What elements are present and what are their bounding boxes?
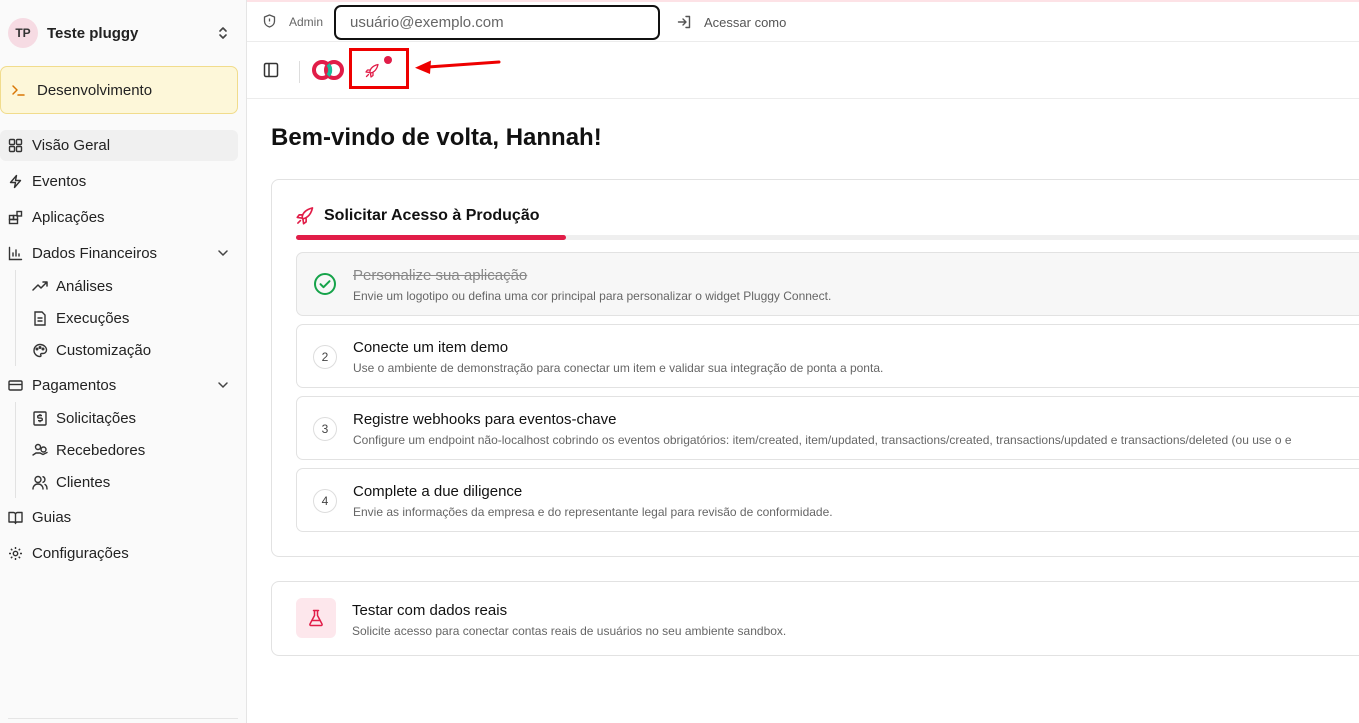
sidebar-item-label: Pagamentos — [32, 377, 117, 394]
card-title: Solicitar Acesso à Produção — [324, 206, 540, 224]
sidebar-item-label: Visão Geral — [32, 137, 111, 154]
sidebar-item-customizacao[interactable]: Customização — [32, 335, 232, 365]
submenu-line — [15, 402, 16, 498]
sidebar-item-label: Recebedores — [56, 441, 146, 459]
step-description: Use o ambiente de demonstração para cone… — [353, 361, 884, 375]
avatar: TP — [8, 18, 38, 48]
sidebar-item-configuracoes[interactable]: Configurações — [0, 538, 238, 569]
users-icon — [32, 475, 48, 490]
gear-icon — [8, 546, 23, 561]
check-circle-icon — [313, 272, 337, 296]
divider — [299, 61, 300, 83]
card-header: Solicitar Acesso à Produção — [296, 206, 539, 225]
sidebar-item-dados-financeiros[interactable]: Dados Financeiros — [0, 238, 238, 269]
submenu-line — [15, 270, 16, 366]
step-number: 4 — [313, 489, 337, 513]
impersonate-email-input[interactable] — [334, 5, 660, 40]
step-title: Registre webhooks para eventos-chave — [353, 411, 617, 428]
header-toolbar — [247, 43, 1359, 99]
real-data-card[interactable]: Testar com dados reais Solicite acesso p… — [271, 581, 1359, 656]
panel-left-icon[interactable] — [263, 62, 279, 78]
admin-label: Admin — [289, 15, 324, 29]
sidebar-item-visao-geral[interactable]: Visão Geral — [0, 130, 238, 161]
sidebar-item-label: Guias — [32, 509, 72, 526]
environment-label: Desenvolvimento — [37, 81, 153, 99]
step-title: Complete a due diligence — [353, 483, 523, 500]
team-name: Teste pluggy — [47, 24, 139, 42]
trending-up-icon — [32, 279, 48, 294]
rocket-icon — [365, 63, 380, 78]
admin-bar: Admin Acessar como — [247, 2, 1359, 42]
step-description: Envie as informações da empresa e do rep… — [353, 505, 833, 519]
real-data-description: Solicite acesso para conectar contas rea… — [352, 624, 787, 638]
checklist-step-1[interactable]: Personalize sua aplicação Envie um logot… — [296, 252, 1359, 316]
sidebar-item-clientes[interactable]: Clientes — [32, 467, 232, 497]
sidebar-item-analises[interactable]: Análises — [32, 271, 232, 301]
step-title: Personalize sua aplicação — [353, 267, 528, 284]
sidebar-item-aplicacoes[interactable]: Aplicações — [0, 202, 238, 233]
sidebar: TP Teste pluggy Desenvolvimento Visão Ge… — [0, 0, 247, 723]
flask-icon — [296, 598, 336, 638]
sidebar-item-execucoes[interactable]: Execuções — [32, 303, 232, 333]
sidebar-item-label: Execuções — [56, 309, 130, 327]
file-text-icon — [32, 310, 48, 326]
bar-chart-icon — [8, 246, 23, 261]
dollar-receipt-icon — [32, 410, 48, 426]
grid-icon — [8, 138, 23, 153]
blocks-icon — [8, 210, 23, 225]
production-access-card: Solicitar Acesso à Produção Personalize … — [271, 179, 1359, 557]
notification-dot — [384, 56, 392, 64]
step-description: Envie um logotipo ou defina uma cor prin… — [353, 289, 832, 303]
sidebar-item-solicitacoes[interactable]: Solicitações — [32, 403, 232, 433]
production-checklist-button[interactable] — [349, 48, 409, 89]
sidebar-item-label: Clientes — [56, 473, 111, 491]
palette-icon — [32, 343, 48, 358]
credit-card-icon — [8, 378, 23, 393]
checklist-step-4[interactable]: 4 Complete a due diligence Envie as info… — [296, 468, 1359, 532]
step-number: 3 — [313, 417, 337, 441]
progress-fill — [296, 235, 566, 240]
chevrons-up-down-icon — [218, 26, 228, 40]
checklist-step-3[interactable]: 3 Registre webhooks para eventos-chave C… — [296, 396, 1359, 460]
shield-icon — [263, 14, 276, 28]
hand-coins-icon — [32, 443, 48, 458]
sidebar-item-recebedores[interactable]: Recebedores — [32, 435, 232, 465]
sidebar-item-label: Dados Financeiros — [32, 245, 158, 262]
page-title: Bem-vindo de volta, Hannah! — [271, 124, 602, 151]
book-icon — [8, 510, 23, 525]
pluggy-logo[interactable] — [311, 59, 345, 81]
step-number: 2 — [313, 345, 337, 369]
log-in-icon — [677, 15, 692, 29]
rocket-icon — [296, 206, 315, 225]
environment-selector[interactable]: Desenvolvimento — [0, 66, 238, 114]
sidebar-item-label: Configurações — [32, 545, 129, 562]
access-as-label: Acessar como — [704, 14, 787, 30]
terminal-icon — [11, 83, 25, 97]
chevron-down-icon — [217, 247, 229, 259]
step-description: Configure um endpoint não-localhost cobr… — [353, 433, 1292, 447]
access-as-button[interactable]: Acessar como — [677, 12, 786, 32]
divider — [8, 718, 238, 719]
team-switcher[interactable]: TP Teste pluggy — [0, 2, 246, 64]
sidebar-item-pagamentos[interactable]: Pagamentos — [0, 370, 238, 401]
sidebar-item-label: Aplicações — [32, 209, 105, 226]
real-data-title: Testar com dados reais — [352, 602, 508, 619]
sidebar-item-eventos[interactable]: Eventos — [0, 166, 238, 197]
step-title: Conecte um item demo — [353, 339, 509, 356]
progress-bar — [296, 235, 1359, 240]
annotation-arrow — [414, 57, 504, 77]
zap-icon — [8, 174, 23, 189]
sidebar-item-guias[interactable]: Guias — [0, 502, 238, 533]
sidebar-item-label: Solicitações — [56, 409, 137, 427]
sidebar-item-label: Customização — [56, 341, 152, 359]
sidebar-item-label: Eventos — [32, 173, 87, 190]
sidebar-item-label: Análises — [56, 277, 113, 295]
checklist-step-2[interactable]: 2 Conecte um item demo Use o ambiente de… — [296, 324, 1359, 388]
chevron-down-icon — [217, 379, 229, 391]
